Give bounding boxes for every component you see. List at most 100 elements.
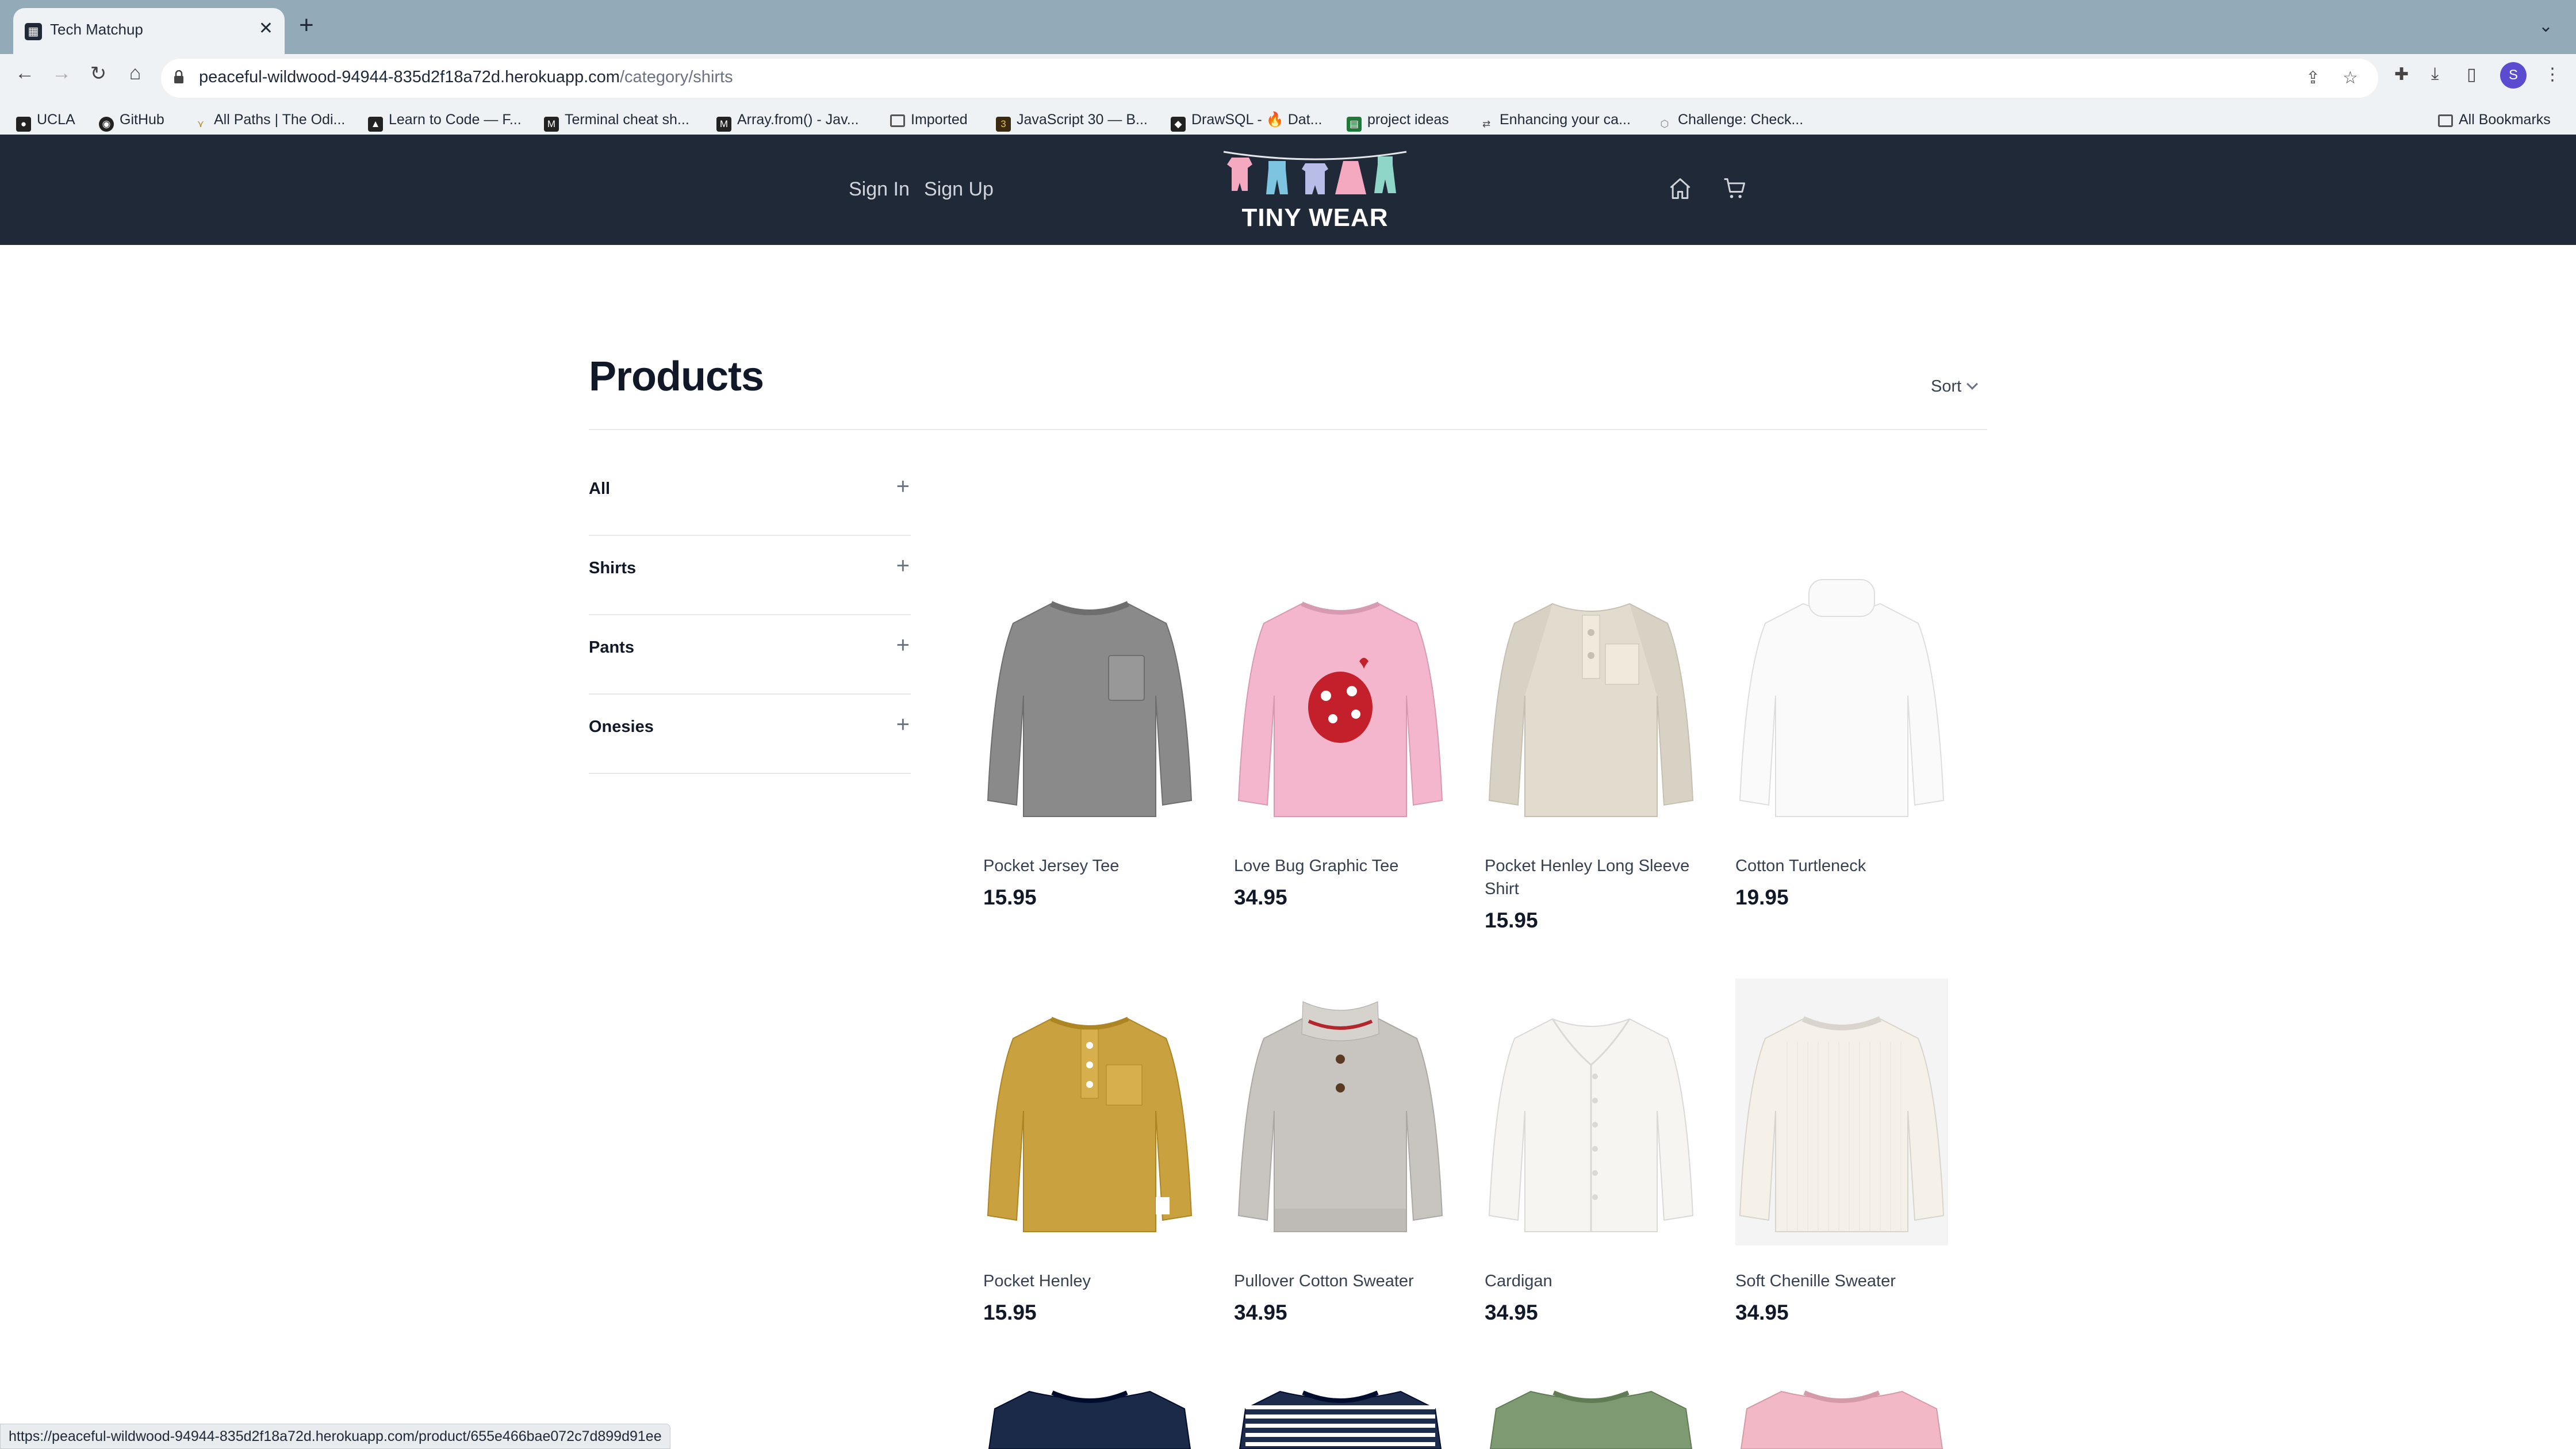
product-image[interactable]: [983, 979, 1196, 1245]
bookmark-item[interactable]: ● UCLA: [16, 112, 75, 132]
download-icon[interactable]: ⤓: [2431, 64, 2439, 84]
product-card[interactable]: Pullover Cotton Sweater 34.95: [1234, 979, 1452, 1325]
filter-onesies[interactable]: Onesies +: [589, 695, 911, 774]
product-image[interactable]: [1485, 1380, 1697, 1449]
filter-pants[interactable]: Pants +: [589, 615, 911, 695]
product-card[interactable]: Cardigan 34.95: [1485, 979, 1703, 1325]
folder-icon: [2438, 114, 2453, 127]
product-image[interactable]: [1485, 564, 1697, 830]
browser-menu-icon[interactable]: ⋮: [2544, 64, 2561, 85]
filter-label: Pants: [589, 638, 634, 657]
filter-label: All: [589, 480, 611, 498]
plus-icon[interactable]: +: [896, 634, 910, 657]
bookmark-label: GitHub: [120, 112, 164, 128]
product-image[interactable]: [983, 1380, 1196, 1449]
product-name[interactable]: Pullover Cotton Sweater: [1234, 1270, 1452, 1293]
home-icon[interactable]: [1667, 176, 1693, 201]
tab-search-chevron-icon[interactable]: ⌄: [2539, 16, 2553, 36]
profile-avatar[interactable]: S: [2500, 62, 2527, 89]
link-status-bar: https://peaceful-wildwood-94944-835d2f18…: [0, 1424, 670, 1449]
odin-icon: ⋎: [197, 118, 205, 129]
folder-icon: [890, 114, 905, 127]
close-tab-icon[interactable]: ✕: [259, 18, 273, 39]
doc-icon: ▤: [1347, 117, 1362, 132]
product-price: 15.95: [983, 885, 1037, 909]
side-panel-icon[interactable]: ▯: [2467, 64, 2477, 85]
plus-icon[interactable]: +: [896, 554, 910, 577]
product-name[interactable]: Pocket Jersey Tee: [983, 854, 1202, 877]
product-card[interactable]: Pocket Henley Long Sleeve Shirt 15.95: [1485, 564, 1703, 933]
m-icon: M: [716, 117, 731, 132]
filter-shirts[interactable]: Shirts +: [589, 536, 911, 615]
product-name[interactable]: Pocket Henley: [983, 1270, 1202, 1293]
shopping-cart-icon[interactable]: [1722, 176, 1748, 201]
bookmark-item[interactable]: ◉ GitHub: [99, 112, 164, 132]
product-photo: [1237, 601, 1443, 817]
bookmark-item[interactable]: ⇄ Enhancing your ca...: [1479, 112, 1631, 132]
bookmark-item[interactable]: ⬡ Challenge: Check...: [1657, 112, 1804, 132]
bookmark-label: UCLA: [37, 112, 75, 128]
product-image[interactable]: [1735, 1380, 1948, 1449]
home-icon[interactable]: ⌂: [121, 62, 150, 85]
product-image[interactable]: [1485, 979, 1697, 1245]
bookmark-star-icon[interactable]: ☆: [2343, 68, 2358, 88]
tab-title: Tech Matchup: [50, 21, 143, 38]
product-image[interactable]: [1735, 564, 1948, 830]
browser-tab-bar: ▦ Tech Matchup ✕ + ⌄: [0, 0, 2576, 54]
product-photo: [1739, 1016, 1945, 1232]
product-name[interactable]: Cotton Turtleneck: [1735, 854, 1954, 877]
product-image[interactable]: [983, 564, 1196, 830]
product-name[interactable]: Pocket Henley Long Sleeve Shirt: [1485, 854, 1703, 900]
sign-in-link[interactable]: Sign In: [849, 178, 910, 201]
bookmark-label: Imported: [911, 112, 968, 128]
product-card[interactable]: Pocket Jersey Tee 15.95: [983, 564, 1202, 910]
filter-all[interactable]: All +: [589, 457, 911, 536]
address-bar[interactable]: peaceful-wildwood-94944-835d2f18a72d.her…: [161, 59, 2378, 98]
filter-label: Shirts: [589, 559, 637, 577]
bookmark-item[interactable]: ⋎ All Paths | The Odi...: [193, 112, 346, 132]
extensions-puzzle-icon[interactable]: ✚: [2394, 64, 2409, 85]
bookmark-item[interactable]: 3 JavaScript 30 — B...: [996, 112, 1148, 132]
back-arrow-icon[interactable]: ←: [10, 62, 39, 85]
product-name[interactable]: Soft Chenille Sweater: [1735, 1270, 1954, 1293]
product-price: 34.95: [1485, 1301, 1538, 1324]
product-image[interactable]: [1234, 979, 1447, 1245]
product-name[interactable]: Love Bug Graphic Tee: [1234, 854, 1452, 877]
plus-icon[interactable]: +: [896, 475, 910, 498]
tiny-wear-logo[interactable]: TINY WEAR: [1219, 144, 1411, 236]
bookmark-item[interactable]: ▤ project ideas: [1347, 112, 1449, 132]
product-image[interactable]: [1234, 564, 1447, 830]
product-name[interactable]: Cardigan: [1485, 1270, 1703, 1293]
product-photo: [1237, 1001, 1443, 1232]
bookmark-item[interactable]: ◆ DrawSQL - 🔥 Dat...: [1171, 112, 1322, 132]
all-bookmarks[interactable]: All Bookmarks: [2438, 112, 2551, 128]
product-card[interactable]: Soft Chenille Sweater 34.95: [1735, 979, 1954, 1325]
product-card[interactable]: Cotton Turtleneck 19.95: [1735, 564, 1954, 910]
browser-tab[interactable]: ▦ Tech Matchup ✕: [13, 8, 285, 54]
new-tab-icon[interactable]: +: [299, 13, 314, 38]
m-icon: M: [544, 117, 559, 132]
bookmark-item[interactable]: ▲ Learn to Code — F...: [368, 112, 522, 132]
forward-arrow-icon[interactable]: →: [47, 62, 76, 85]
js30-icon: 3: [996, 117, 1011, 132]
bookmark-item[interactable]: Imported: [890, 112, 968, 128]
sign-up-link[interactable]: Sign Up: [924, 178, 994, 201]
logo-text: TINY WEAR: [1241, 204, 1389, 232]
product-image[interactable]: [1234, 1380, 1447, 1449]
url-text: peaceful-wildwood-94944-835d2f18a72d.her…: [199, 68, 733, 87]
bookmark-item[interactable]: M Terminal cheat sh...: [544, 112, 689, 132]
sort-dropdown[interactable]: Sort: [1931, 377, 1979, 396]
product-photo: [1488, 603, 1694, 817]
site-header: Sign In Sign Up TINY WEAR: [0, 135, 2576, 245]
product-card[interactable]: Love Bug Graphic Tee 34.95: [1234, 564, 1452, 910]
browser-toolbar: ← → ↻ ⌂ peaceful-wildwood-94944-835d2f18…: [0, 54, 2576, 145]
share-icon[interactable]: ⇪: [2306, 68, 2320, 88]
page-title: Products: [589, 354, 764, 400]
product-card[interactable]: Pocket Henley 15.95: [983, 979, 1202, 1325]
plus-icon[interactable]: +: [896, 713, 910, 736]
bookmark-item[interactable]: M Array.from() - Jav...: [716, 112, 859, 132]
reload-icon[interactable]: ↻: [84, 62, 113, 85]
product-price: 19.95: [1735, 885, 1789, 909]
product-image[interactable]: [1735, 979, 1948, 1245]
bookmark-label: DrawSQL - 🔥 Dat...: [1191, 112, 1322, 128]
